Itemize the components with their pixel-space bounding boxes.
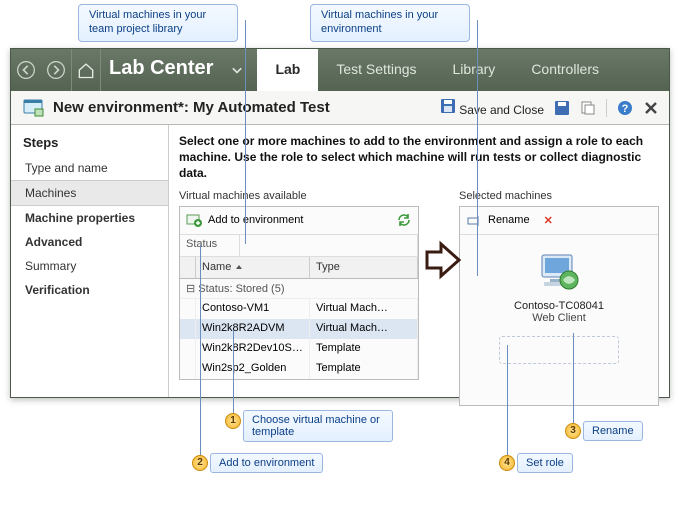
home-button[interactable] <box>71 49 101 91</box>
selected-panel: Selected machines Rename ✕ Contoso-TC080… <box>459 190 659 406</box>
instructions: Select one or more machines to add to th… <box>179 133 659 182</box>
main-panel: Select one or more machines to add to th… <box>169 125 669 397</box>
tab-controllers[interactable]: Controllers <box>513 49 617 91</box>
help-button[interactable]: ? <box>617 100 633 116</box>
vm-row[interactable]: Win2k8R2Dev10SP1Template <box>180 339 418 359</box>
tab-lab[interactable]: Lab <box>257 49 318 91</box>
callout-line-library <box>245 20 246 244</box>
available-panel: Virtual machines available Add to enviro… <box>179 190 419 406</box>
step4-line <box>507 345 508 460</box>
step3-badge: 3 <box>565 423 581 439</box>
step1-label: Choose virtual machine or template <box>243 410 393 442</box>
app-header: Lab Center Lab Test Settings Library Con… <box>11 49 669 91</box>
step1-badge: 1 <box>225 413 241 429</box>
selected-machine-role: Web Client <box>532 312 586 324</box>
header-tabs: Lab Test Settings Library Controllers <box>257 49 617 91</box>
refresh-button[interactable] <box>396 212 412 228</box>
filter-status[interactable]: Status <box>180 235 240 256</box>
svg-text:?: ? <box>622 103 629 115</box>
step4-label: Set role <box>517 453 573 473</box>
back-button[interactable] <box>11 49 41 91</box>
app-window: Lab Center Lab Test Settings Library Con… <box>10 48 670 398</box>
toolbar: New environment*: My Automated Test Save… <box>11 91 669 125</box>
sort-asc-icon <box>235 263 243 271</box>
callout-library: Virtual machines in your team project li… <box>78 4 238 42</box>
step4-badge: 4 <box>499 455 515 471</box>
vm-row[interactable]: Win2k8R2ADVMVirtual Mach… <box>180 319 418 339</box>
remove-button[interactable]: ✕ <box>544 214 553 227</box>
rename-icon <box>466 212 482 228</box>
add-icon <box>186 212 202 228</box>
page-title: New environment*: My Automated Test <box>53 99 440 116</box>
forward-button[interactable] <box>41 49 71 91</box>
step-summary[interactable]: Summary <box>11 254 168 278</box>
save-and-close-button[interactable]: Save and Close <box>440 98 544 117</box>
transfer-arrow-icon <box>423 240 463 283</box>
selected-machine-name: Contoso-TC08041 <box>514 300 604 312</box>
step3-label: Rename <box>583 421 643 441</box>
close-button[interactable] <box>643 100 659 116</box>
step-machine-properties[interactable]: Machine properties <box>11 206 168 230</box>
selected-title: Selected machines <box>459 190 659 202</box>
role-slot[interactable] <box>499 336 619 364</box>
filter-blank[interactable] <box>240 235 418 256</box>
save-button[interactable] <box>554 100 570 116</box>
col-name[interactable]: Name <box>196 257 310 278</box>
environment-icon <box>21 96 45 120</box>
step-machines[interactable]: Machines <box>11 180 168 206</box>
callout-env: Virtual machines in your environment <box>310 4 470 42</box>
step-advanced[interactable]: Advanced <box>11 230 168 254</box>
toolbar-divider <box>606 99 607 117</box>
sidebar-title: Steps <box>11 133 168 156</box>
step3-line <box>573 333 574 428</box>
col-type[interactable]: Type <box>310 257 418 278</box>
group-stored[interactable]: ⊟ Status: Stored (5) <box>180 279 418 299</box>
app-brand: Lab Center <box>101 49 227 91</box>
step2-label: Add to environment <box>210 453 323 473</box>
step-verification[interactable]: Verification <box>11 278 168 302</box>
callout-line-env <box>477 20 478 276</box>
step2-badge: 2 <box>192 455 208 471</box>
vm-row[interactable]: Win2sp2_GoldenTemplate <box>180 359 418 379</box>
available-title: Virtual machines available <box>179 190 419 202</box>
save-icon <box>440 98 456 114</box>
col-expand[interactable] <box>180 257 196 278</box>
steps-sidebar: Steps Type and name Machines Machine pro… <box>11 125 169 397</box>
step-type-and-name[interactable]: Type and name <box>11 156 168 180</box>
add-to-environment-button[interactable]: Add to environment <box>208 214 303 226</box>
copy-button[interactable] <box>580 100 596 116</box>
tab-library[interactable]: Library <box>435 49 514 91</box>
step1-line <box>233 330 234 420</box>
tab-test-settings[interactable]: Test Settings <box>318 49 434 91</box>
vm-row[interactable]: Contoso-VM1Virtual Mach… <box>180 299 418 319</box>
rename-button[interactable]: Rename <box>488 214 530 226</box>
machine-icon[interactable] <box>536 253 582 296</box>
step2-line <box>200 245 201 460</box>
